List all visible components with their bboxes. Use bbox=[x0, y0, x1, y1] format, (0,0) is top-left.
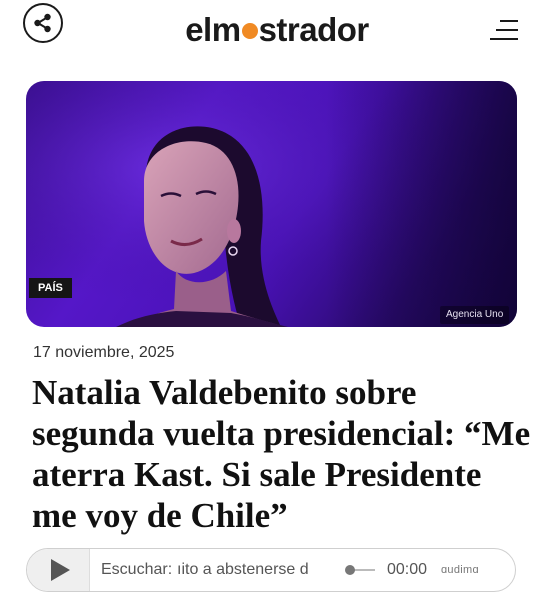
logo-dot bbox=[241, 23, 258, 40]
logo-text-left: elm bbox=[185, 11, 241, 48]
photo-credit: Agencia Uno bbox=[440, 306, 510, 324]
audio-title-ticker: ıito a abstenerse d bbox=[177, 561, 309, 578]
menu-button[interactable] bbox=[488, 18, 518, 44]
progress-knob[interactable] bbox=[345, 565, 355, 575]
site-header: elm strador bbox=[0, 0, 554, 62]
hamburger-menu-icon bbox=[500, 20, 518, 22]
listen-label: Escuchar: bbox=[101, 561, 173, 578]
article-date: 17 noviembre, 2025 bbox=[33, 344, 175, 361]
play-button[interactable] bbox=[27, 549, 90, 591]
audio-time: 00:00 bbox=[387, 561, 428, 578]
audio-player: Escuchar: ıito a abstenerse d 00:00 ɑudi… bbox=[26, 548, 516, 592]
article-hero-image[interactable] bbox=[26, 81, 517, 327]
article-headline[interactable]: Natalia Valdebenito sobre segunda vuelta… bbox=[32, 372, 532, 536]
site-logo[interactable]: elm strador bbox=[0, 10, 554, 50]
play-icon bbox=[50, 559, 70, 581]
portrait-photo bbox=[26, 81, 517, 327]
audima-logo[interactable]: ɑudimɑ bbox=[441, 549, 479, 591]
progress-slider[interactable] bbox=[345, 563, 375, 577]
logo-text-right: strador bbox=[258, 11, 370, 48]
section-badge[interactable]: PAÍS bbox=[29, 278, 72, 298]
